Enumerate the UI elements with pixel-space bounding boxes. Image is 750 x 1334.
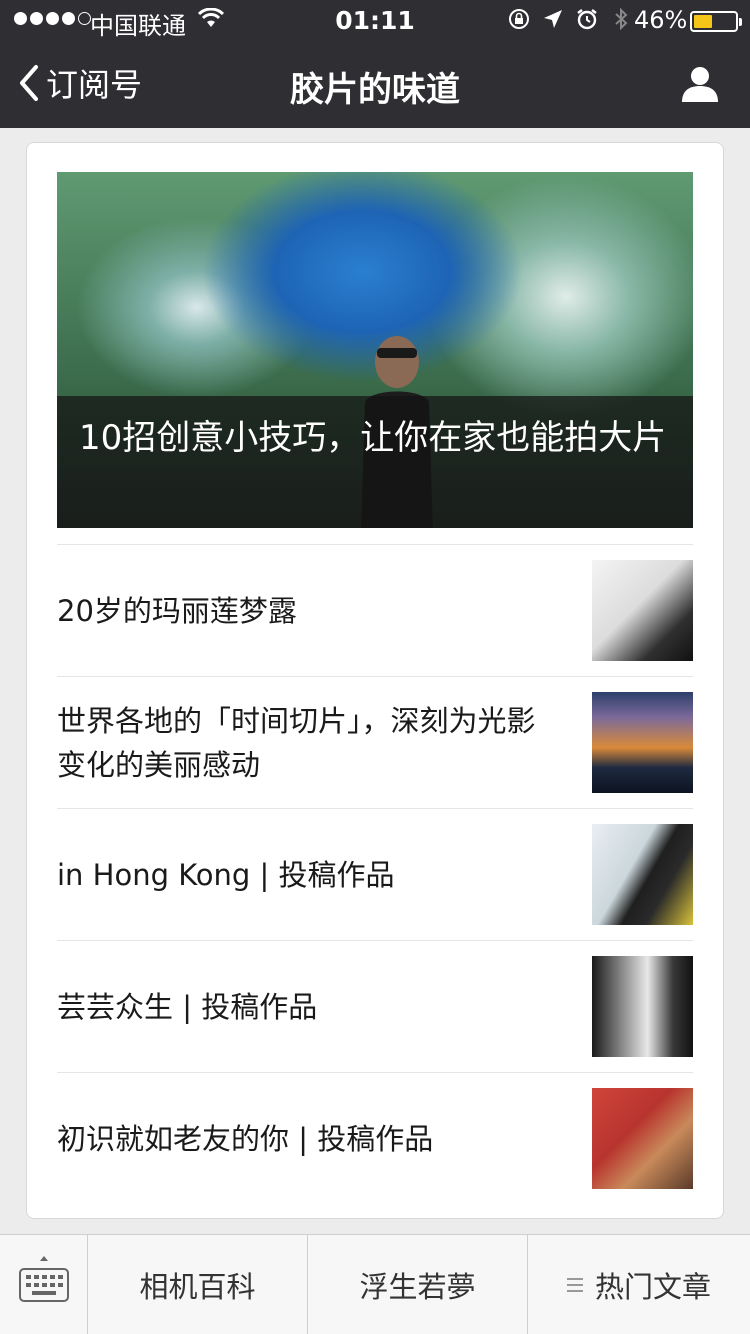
menu-item-camera-encyclopedia[interactable]: 相机百科 (88, 1235, 308, 1334)
menu-item-floating-life[interactable]: 浮生若夢 (308, 1235, 528, 1334)
featured-title: 10招创意小技巧，让你在家也能拍大片 (57, 396, 693, 528)
featured-article[interactable]: 10招创意小技巧，让你在家也能拍大片 (57, 172, 693, 528)
battery-icon (690, 11, 742, 32)
article-thumbnail (592, 560, 693, 661)
menu-item-label: 浮生若夢 (359, 1270, 476, 1304)
top-bar: 中国联通 01:11 46% 订阅号 胶片的味道 (0, 0, 750, 128)
menu-item-label: 热门文章 (594, 1270, 711, 1304)
status-bar: 中国联通 01:11 46% (0, 0, 750, 40)
article-title: 芸芸众生 | 投稿作品 (57, 990, 318, 1024)
list-item[interactable]: in Hong Kong | 投稿作品 (57, 808, 693, 940)
location-arrow-icon (544, 10, 562, 28)
article-thumbnail (592, 692, 693, 793)
keyboard-toggle-button[interactable] (0, 1235, 88, 1334)
list-item[interactable]: 世界各地的「时间切片」，深刻为光影变化的美丽感动 (57, 676, 693, 808)
page-title: 胶片的味道 (290, 70, 460, 110)
list-item[interactable]: 初识就如老友的你 | 投稿作品 (57, 1072, 693, 1204)
alarm-icon (577, 9, 597, 30)
bottom-menu: 相机百科 浮生若夢 热门文章 (0, 1234, 750, 1334)
list-item[interactable]: 芸芸众生 | 投稿作品 (57, 940, 693, 1072)
article-title: in Hong Kong | 投稿作品 (57, 858, 395, 892)
article-title: 世界各地的「时间切片」，深刻为光影变化的美丽感动 (57, 704, 536, 782)
keyboard-icon (19, 1256, 69, 1302)
article-thumbnail (592, 1088, 693, 1189)
bluetooth-icon (615, 8, 628, 30)
menu-item-hot-articles[interactable]: 热门文章 (528, 1235, 750, 1334)
article-title: 初识就如老友的你 | 投稿作品 (57, 1122, 434, 1156)
menu-item-label: 相机百科 (139, 1270, 256, 1304)
article-card: 10招创意小技巧，让你在家也能拍大片 20岁的玛丽莲梦露 世界各地的「时间切片」… (26, 142, 724, 1219)
battery-percent: 46% (634, 6, 688, 34)
rotation-lock-icon (509, 9, 529, 29)
article-thumbnail (592, 956, 693, 1057)
article-thumbnail (592, 824, 693, 925)
profile-icon[interactable] (680, 64, 720, 104)
list-icon (566, 1278, 583, 1292)
list-item[interactable]: 20岁的玛丽莲梦露 (57, 544, 693, 676)
navigation-bar: 订阅号 胶片的味道 (0, 40, 750, 128)
article-title: 20岁的玛丽莲梦露 (57, 594, 297, 628)
